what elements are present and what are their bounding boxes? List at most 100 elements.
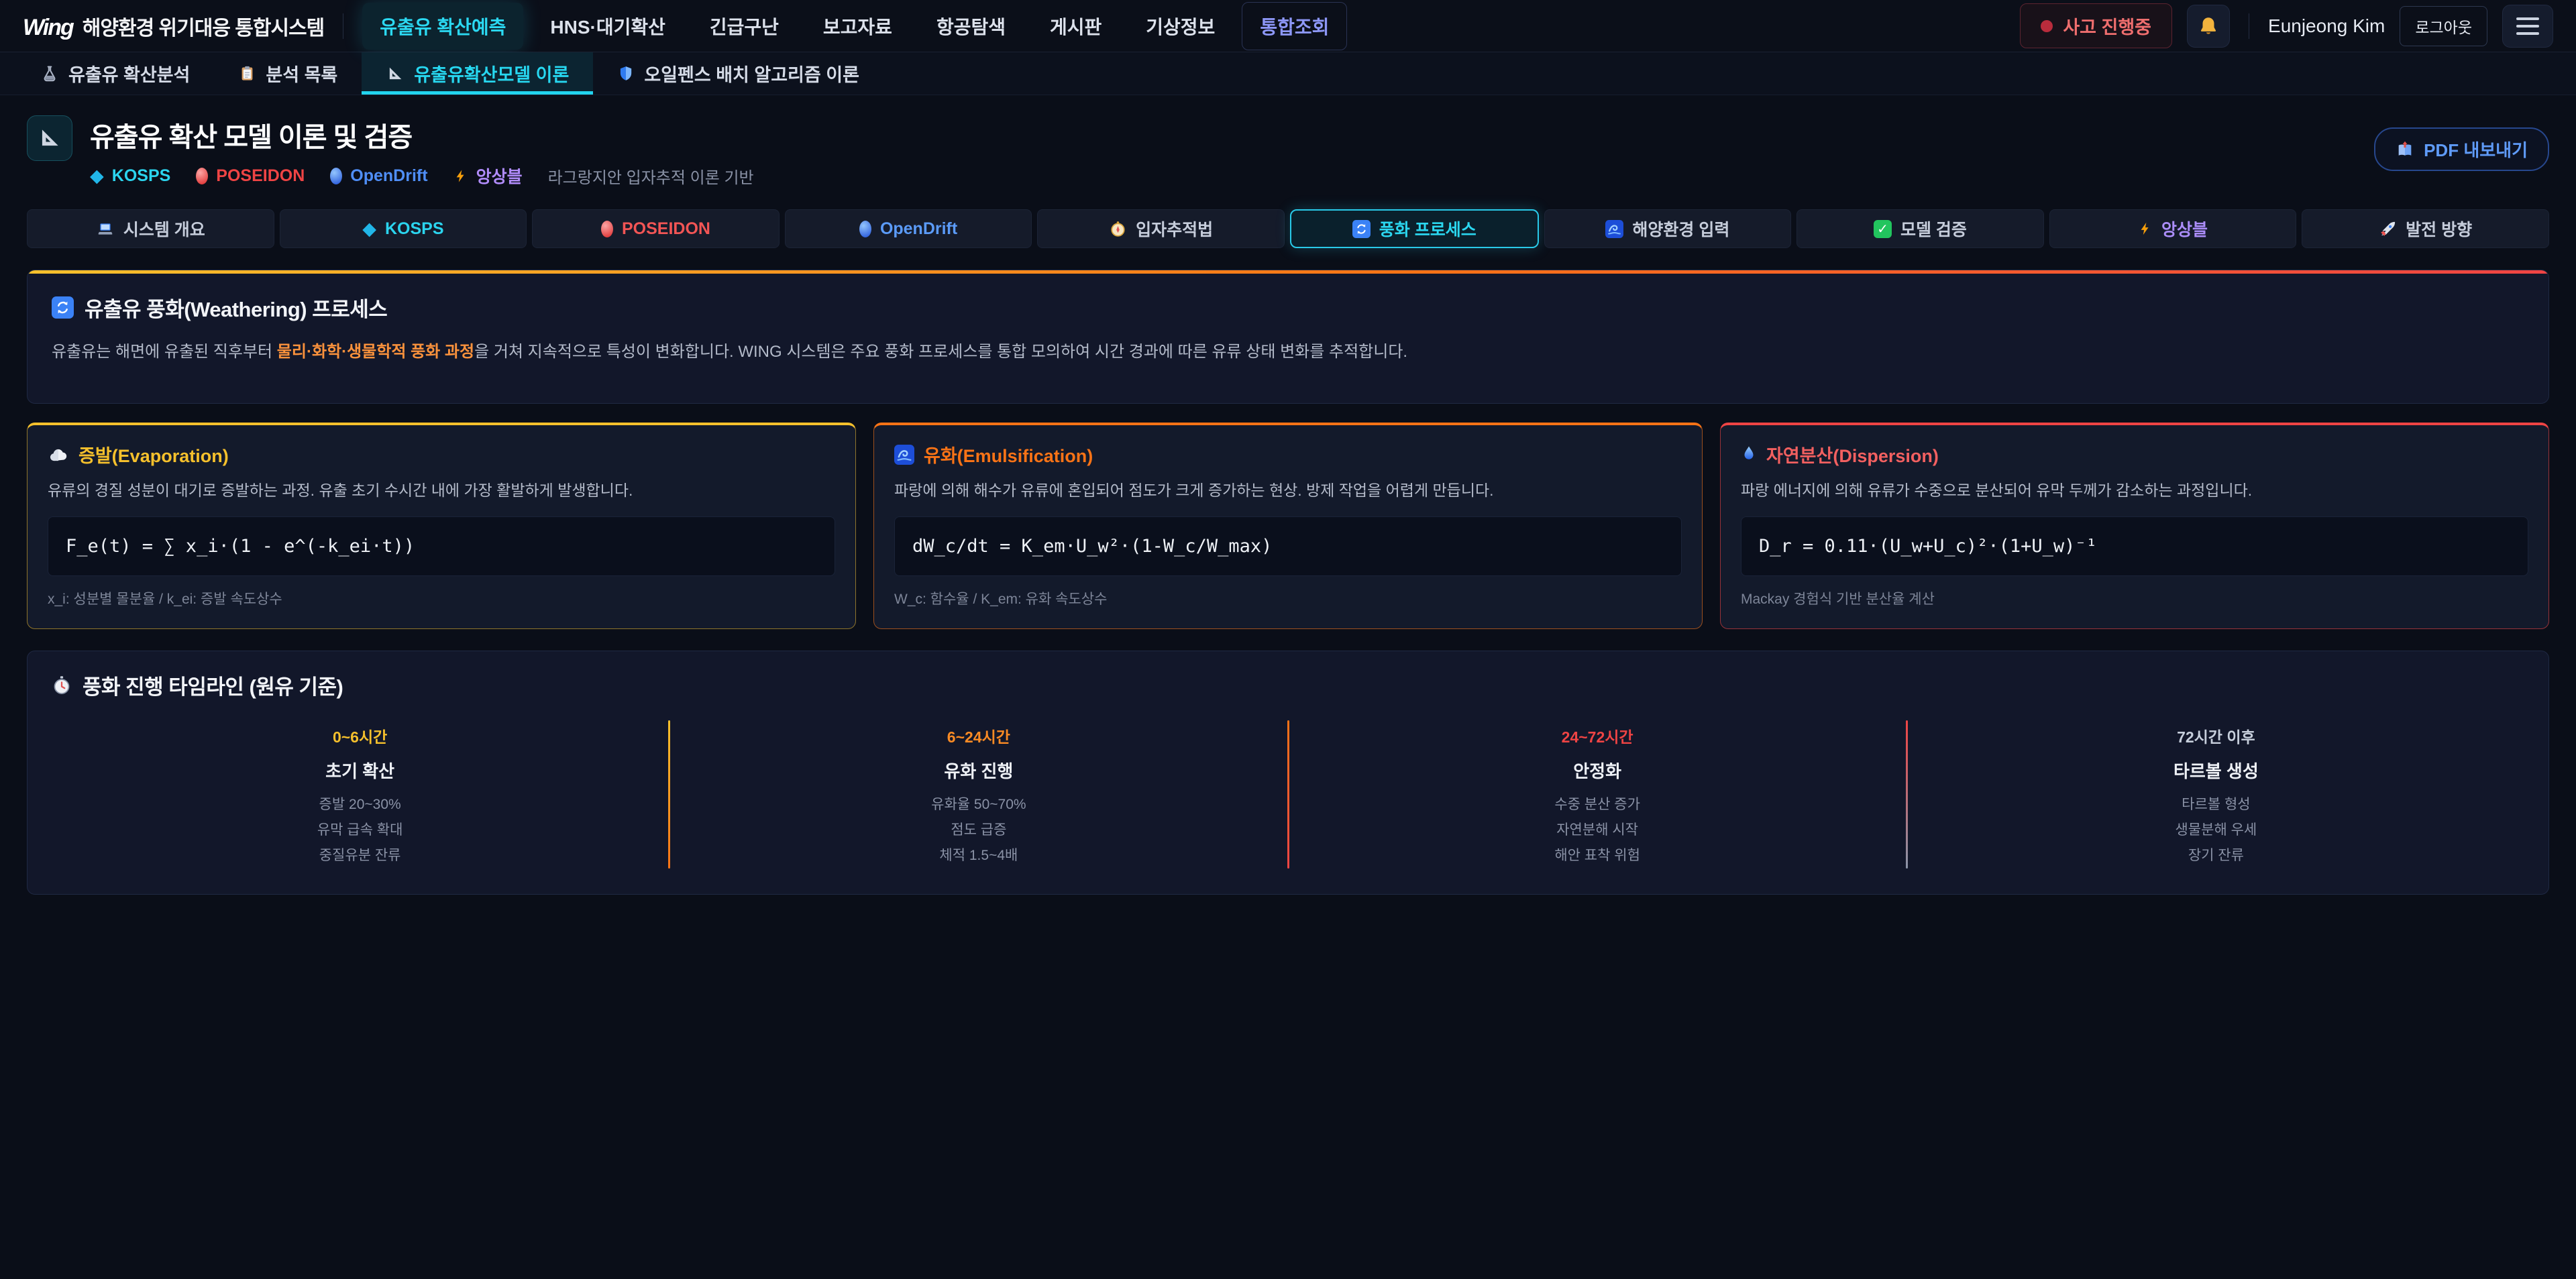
logout-button[interactable]: 로그아웃 <box>2400 6 2487 46</box>
stage-item: 해안 표착 위험 <box>1289 843 1906 869</box>
stage-item: 점도 급증 <box>670 818 1287 843</box>
flask-icon <box>40 64 59 84</box>
process-cards: 증발(Evaporation) 유류의 경질 성분이 대기로 증발하는 과정. … <box>27 423 2549 629</box>
tab-label: POSEIDON <box>622 219 710 239</box>
red-ellipse-icon <box>196 168 208 184</box>
nav-item-aerial-search[interactable]: 항공탐색 <box>919 3 1023 50</box>
stage-name: 유화 진행 <box>670 758 1287 783</box>
pdf-export-button[interactable]: PDF 내보내기 <box>2374 127 2549 171</box>
tab-kosps[interactable]: ◆ KOSPS <box>280 209 527 248</box>
status-dot-icon <box>2041 20 2053 32</box>
stopwatch-icon <box>52 675 72 696</box>
brand[interactable]: Wing 해양환경 위기대응 통합시스템 <box>23 11 324 41</box>
clipboard-icon <box>238 64 256 83</box>
topnav-right: 사고 진행중 Eunjeong Kim 로그아웃 <box>2020 3 2553 48</box>
subtab-oil-boom-theory[interactable]: 오일펜스 배치 알고리즘 이론 <box>593 52 883 95</box>
hamburger-icon <box>2516 17 2539 35</box>
nav-item-integrated-search[interactable]: 통합조회 <box>1242 2 1347 50</box>
card-title: 증발(Evaporation) <box>78 441 229 467</box>
stage-item: 유화율 50~70% <box>670 792 1287 818</box>
cloud-icon <box>48 446 69 463</box>
tab-label: 입자추적법 <box>1136 217 1213 241</box>
nav-item-reports[interactable]: 보고자료 <box>806 3 910 50</box>
wave-icon <box>894 445 914 465</box>
shield-icon <box>617 64 635 84</box>
stage-items: 타르볼 형성 생물분해 우세 장기 잔류 <box>1908 792 2524 868</box>
page-header-text: 유출유 확산 모델 이론 및 검증 ◆ KOSPS POSEIDON OpenD… <box>90 115 754 188</box>
subtab-label: 유출유 확산분석 <box>68 60 190 87</box>
nav-item-hns-air-dispersion[interactable]: HNS·대기확산 <box>533 3 682 50</box>
stage-name: 안정화 <box>1289 758 1906 783</box>
card-title: 자연분산(Dispersion) <box>1766 441 1939 467</box>
card-title-row: 유화(Emulsification) <box>894 441 1682 467</box>
card-title-row: 자연분산(Dispersion) <box>1741 441 2528 467</box>
red-ellipse-icon <box>601 221 613 237</box>
timeline-stage-3: 24~72시간 안정화 수중 분산 증가 자연분해 시작 해안 표착 위험 <box>1289 720 1906 868</box>
subtab-model-theory[interactable]: 유출유확산모델 이론 <box>362 52 593 95</box>
card-title-row: 증발(Evaporation) <box>48 441 835 467</box>
subtab-spill-analysis[interactable]: 유출유 확산분석 <box>16 52 214 95</box>
set-square-icon <box>37 125 62 151</box>
main-content: 유출유 확산 모델 이론 및 검증 ◆ KOSPS POSEIDON OpenD… <box>0 115 2576 895</box>
tab-model-validation[interactable]: ✓ 모델 검증 <box>1796 209 2044 248</box>
section-title: 풍화 진행 타임라인 (원유 기준) <box>83 670 343 700</box>
stage-item: 증발 20~30% <box>52 792 668 818</box>
tab-system-overview[interactable]: 시스템 개요 <box>27 209 274 248</box>
model-badge-row: ◆ KOSPS POSEIDON OpenDrift <box>90 164 754 188</box>
desc-text: 유출유는 해면에 유출된 직후부터 <box>52 343 277 361</box>
menu-button[interactable] <box>2502 5 2553 48</box>
formula-block: F_e(t) = ∑ x_i·(1 - e^(-k_ei·t)) <box>48 516 835 576</box>
app-root: Wing 해양환경 위기대응 통합시스템 유출유 확산예측 HNS·대기확산 긴… <box>0 0 2576 895</box>
tab-weathering-process[interactable]: 풍화 프로세스 <box>1290 209 1539 248</box>
desc-highlight: 물리·화학·생물학적 풍화 과정 <box>277 343 474 361</box>
refresh-icon <box>52 296 74 319</box>
nav-item-board[interactable]: 게시판 <box>1032 3 1119 50</box>
card-footnote: Mackay 경험식 기반 분산율 계산 <box>1741 588 2528 608</box>
stage-item: 유막 급속 확대 <box>52 818 668 843</box>
diamond-icon: ◆ <box>362 220 376 238</box>
tab-opendrift[interactable]: OpenDrift <box>785 209 1032 248</box>
stage-items: 유화율 50~70% 점도 급증 체적 1.5~4배 <box>670 792 1287 868</box>
refresh-icon <box>1352 220 1371 238</box>
stage-name: 타르볼 생성 <box>1908 758 2524 783</box>
tab-ocean-environment-input[interactable]: 해양환경 입력 <box>1544 209 1792 248</box>
tab-future-direction[interactable]: 발전 방향 <box>2302 209 2549 248</box>
weathering-title-row: 유출유 풍화(Weathering) 프로세스 <box>52 292 2524 323</box>
timeline-section: 풍화 진행 타임라인 (원유 기준) 0~6시간 초기 확산 증발 20~30%… <box>27 651 2549 894</box>
wave-icon <box>1605 220 1623 238</box>
diamond-icon: ◆ <box>90 167 104 185</box>
tab-poseidon[interactable]: POSEIDON <box>532 209 780 248</box>
tab-label: 발전 방향 <box>2406 217 2472 241</box>
check-icon: ✓ <box>1874 220 1892 238</box>
top-navbar: Wing 해양환경 위기대응 통합시스템 유출유 확산예측 HNS·대기확산 긴… <box>0 0 2576 52</box>
tab-label: 시스템 개요 <box>123 217 205 241</box>
subtab-analysis-list[interactable]: 분석 목록 <box>214 52 362 95</box>
page-title: 유출유 확산 모델 이론 및 검증 <box>90 115 754 154</box>
timeline-title-row: 풍화 진행 타임라인 (원유 기준) <box>52 670 2524 700</box>
card-title: 유화(Emulsification) <box>924 441 1093 467</box>
badge-kosps: ◆ KOSPS <box>90 166 170 186</box>
weathering-section: 유출유 풍화(Weathering) 프로세스 유출유는 해면에 유출된 직후부… <box>27 270 2549 404</box>
weathering-description: 유출유는 해면에 유출된 직후부터 물리·화학·생물학적 풍화 과정을 거쳐 지… <box>52 340 2524 364</box>
stage-time: 0~6시간 <box>52 724 668 747</box>
stage-item: 체적 1.5~4배 <box>670 843 1287 869</box>
tab-label: KOSPS <box>385 219 444 239</box>
timeline-stage-1: 0~6시간 초기 확산 증발 20~30% 유막 급속 확대 중질유분 잔류 <box>52 720 668 868</box>
timeline-body: 풍화 진행 타임라인 (원유 기준) 0~6시간 초기 확산 증발 20~30%… <box>28 651 2548 893</box>
nav-item-emergency-rescue[interactable]: 긴급구난 <box>692 3 796 50</box>
tab-ensemble[interactable]: 앙상블 <box>2049 209 2297 248</box>
badge-label: POSEIDON <box>216 166 305 186</box>
notification-button[interactable] <box>2187 5 2230 48</box>
pdf-export-label: PDF 내보내기 <box>2424 137 2528 162</box>
timeline-grid: 0~6시간 초기 확산 증발 20~30% 유막 급속 확대 중질유분 잔류 6… <box>52 720 2524 868</box>
stage-item: 생물분해 우세 <box>1908 818 2524 843</box>
page-icon-box <box>27 115 72 161</box>
card-description: 파랑에 의해 해수가 유류에 혼입되어 점도가 크게 증가하는 현상. 방제 작… <box>894 480 1682 502</box>
tab-particle-tracking[interactable]: 입자추적법 <box>1037 209 1285 248</box>
nav-item-weather-info[interactable]: 기상정보 <box>1128 3 1232 50</box>
card-evaporation: 증발(Evaporation) 유류의 경질 성분이 대기로 증발하는 과정. … <box>27 423 856 629</box>
stage-item: 수중 분산 증가 <box>1289 792 1906 818</box>
nav-item-oil-spill-prediction[interactable]: 유출유 확산예측 <box>362 3 523 50</box>
subtab-label: 오일펜스 배치 알고리즘 이론 <box>644 60 859 87</box>
bell-icon <box>2197 15 2220 38</box>
